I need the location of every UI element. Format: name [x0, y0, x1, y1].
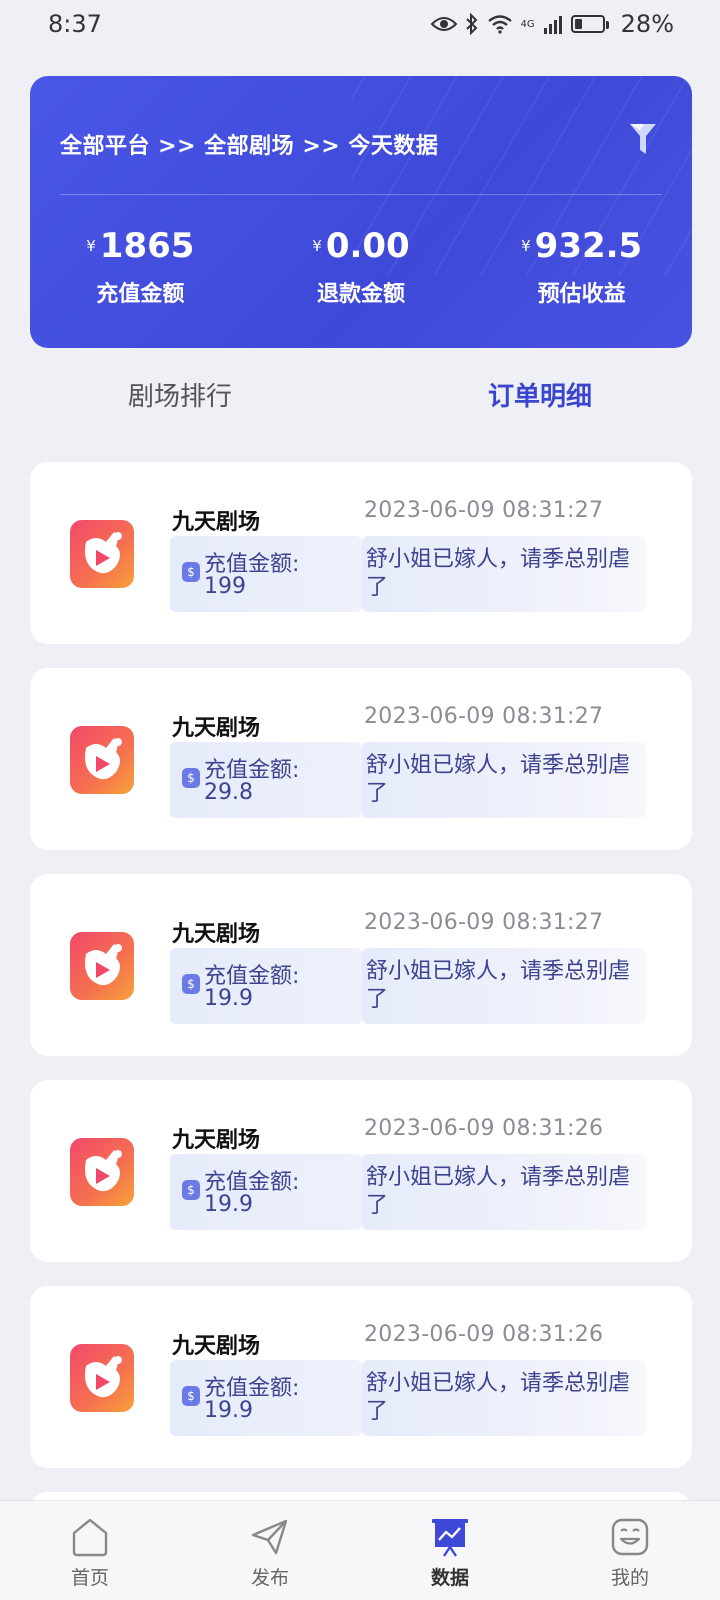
currency-symbol: ¥ [312, 237, 322, 255]
status-bar: 8:37 4G 28% [0, 0, 720, 48]
amount-value: 29.8 [204, 780, 253, 805]
summary-stats: ¥1865 充值金额 ¥0.00 退款金额 ¥932.5 预估收益 [30, 226, 692, 308]
filter-icon[interactable] [628, 122, 658, 156]
dollar-coin-icon: $ [182, 974, 200, 994]
eye-icon [430, 17, 457, 31]
recharge-amount-box: $ 充值金额: 199 [170, 536, 362, 612]
order-card[interactable]: 九天剧场 2023-06-09 08:31:27 $ 充值金额: 199 舒小姐已嫁人，请… [30, 462, 692, 644]
order-card[interactable]: 九天剧场 2023-06-09 08:31:26 $ 充值金额: 19.9 舒小姐已嫁人，… [30, 1080, 692, 1262]
home-icon [72, 1518, 108, 1557]
recharge-amount-box: $ 充值金额: 29.8 [170, 742, 362, 818]
order-card[interactable]: 九天剧场 2023-06-09 08:31:26 $ 充值金额: 19.9 舒小姐已嫁人，… [30, 1286, 692, 1468]
stat-income-label: 预估收益 [537, 282, 626, 307]
stat-refund-label: 退款金额 [317, 282, 406, 307]
divider [60, 194, 662, 195]
nav-home[interactable]: 首页 [0, 1501, 180, 1600]
currency-symbol: ¥ [521, 237, 531, 255]
dollar-coin-icon: $ [182, 562, 200, 582]
status-icons: 4G 28% [430, 10, 674, 38]
amount-value: 199 [204, 574, 246, 599]
play-logo-icon [85, 1150, 122, 1192]
nav-mine-label: 我的 [610, 1567, 649, 1589]
stat-recharge-value: 1865 [99, 226, 195, 266]
dollar-coin-icon: $ [182, 768, 200, 788]
tab-order-details[interactable]: 订单明细 [360, 370, 720, 420]
theater-name: 九天剧场 [172, 510, 261, 535]
dollar-coin-icon: $ [182, 1386, 200, 1406]
network-type: 4G [520, 18, 535, 30]
battery-fill [574, 19, 582, 29]
theater-name: 九天剧场 [172, 1128, 261, 1153]
drama-title: 舒小姐已嫁人，请季总别虐了 [366, 1165, 631, 1218]
theater-logo [70, 1138, 134, 1206]
dollar-coin-icon: $ [182, 1180, 200, 1200]
stat-recharge: ¥1865 充值金额 [30, 226, 251, 308]
screen: 8:37 4G 28% 全部平台 >> 全部剧场 >> 今天数据 ¥ 1865 … [0, 0, 720, 1600]
theater-name: 九天剧场 [172, 922, 261, 947]
stat-refund-value: 0.00 [325, 226, 410, 266]
stat-income: ¥932.5 预估收益 [471, 226, 692, 308]
play-logo-icon [85, 738, 122, 780]
order-time: 2023-06-09 08:31:26 [364, 1322, 604, 1347]
drama-title: 舒小姐已嫁人，请季总别虐了 [366, 959, 631, 1012]
nav-publish[interactable]: 发布 [180, 1501, 360, 1600]
currency-symbol: ¥ [86, 237, 96, 255]
theater-logo [70, 726, 134, 794]
play-logo-icon [85, 532, 122, 574]
nav-home-label: 首页 [70, 1567, 109, 1589]
drama-title: 舒小姐已嫁人，请季总别虐了 [366, 1371, 631, 1424]
theater-logo [70, 520, 134, 588]
theater-logo [70, 932, 134, 1000]
order-card[interactable]: 九天剧场 2023-06-09 08:31:27 $ 充值金额: 29.8 舒小姐已嫁人，… [30, 668, 692, 850]
wifi-icon [487, 15, 512, 34]
theater-name: 九天剧场 [172, 1334, 261, 1359]
recharge-amount-box: $ 充值金额: 19.9 [170, 1360, 362, 1436]
amount-value: 19.9 [204, 986, 253, 1011]
breadcrumb[interactable]: 全部平台 >> 全部剧场 >> 今天数据 [60, 128, 438, 160]
amount-value: 19.9 [204, 1192, 253, 1217]
play-logo-icon [85, 1356, 122, 1398]
battery-percent: 28% [620, 10, 674, 38]
nav-data-label: 数据 [430, 1567, 469, 1589]
play-logo-icon [85, 944, 122, 986]
stat-value: ¥932.5 [471, 226, 692, 266]
stat-recharge-label: 充值金额 [96, 282, 185, 307]
stat-refund: ¥0.00 退款金额 [251, 226, 472, 308]
bluetooth-icon [465, 13, 477, 35]
order-card[interactable]: 九天剧场 2023-06-09 08:31:27 $ 充值金额: 19.9 舒小姐已嫁人，… [30, 874, 692, 1056]
order-time: 2023-06-09 08:31:26 [364, 1116, 604, 1141]
drama-title-box: 舒小姐已嫁人，请季总别虐了 [362, 948, 646, 1024]
drama-title: 舒小姐已嫁人，请季总别虐了 [366, 753, 631, 806]
theater-logo [70, 1344, 134, 1412]
summary-card: 全部平台 >> 全部剧场 >> 今天数据 ¥1865 充值金额 ¥0.00 退款… [30, 76, 692, 348]
drama-title: 舒小姐已嫁人，请季总别虐了 [366, 547, 631, 600]
battery-icon [570, 15, 609, 33]
nav-mine[interactable]: 我的 [540, 1501, 720, 1600]
amount-value: 19.9 [204, 1398, 253, 1423]
bottom-nav: 首页 发布 数据 我的 [0, 1500, 720, 1600]
nav-publish-label: 发布 [250, 1567, 289, 1589]
drama-title-box: 舒小姐已嫁人，请季总别虐了 [362, 536, 646, 612]
stat-value: ¥1865 [30, 226, 251, 266]
drama-title-box: 舒小姐已嫁人，请季总别虐了 [362, 1154, 646, 1230]
status-time: 8:37 [48, 10, 102, 38]
nav-data[interactable]: 数据 [360, 1501, 540, 1600]
order-time: 2023-06-09 08:31:27 [364, 910, 604, 935]
order-time: 2023-06-09 08:31:27 [364, 704, 604, 729]
send-icon [251, 1519, 288, 1555]
order-list: 九天剧场 2023-06-09 08:31:27 $ 充值金额: 199 舒小姐已嫁人，请… [30, 462, 692, 1556]
stat-income-value: 932.5 [534, 226, 643, 266]
drama-title-box: 舒小姐已嫁人，请季总别虐了 [362, 1360, 646, 1436]
drama-title-box: 舒小姐已嫁人，请季总别虐了 [362, 742, 646, 818]
order-time: 2023-06-09 08:31:27 [364, 498, 604, 523]
theater-name: 九天剧场 [172, 716, 261, 741]
recharge-amount-box: $ 充值金额: 19.9 [170, 1154, 362, 1230]
tab-theater-ranking[interactable]: 剧场排行 [0, 370, 360, 420]
smile-face-icon [611, 1518, 649, 1556]
stat-value: ¥0.00 [251, 226, 472, 266]
signal-icon [543, 16, 562, 34]
tab-bar: 剧场排行 订单明细 [0, 370, 720, 420]
chart-board-icon [432, 1519, 468, 1557]
recharge-amount-box: $ 充值金额: 19.9 [170, 948, 362, 1024]
